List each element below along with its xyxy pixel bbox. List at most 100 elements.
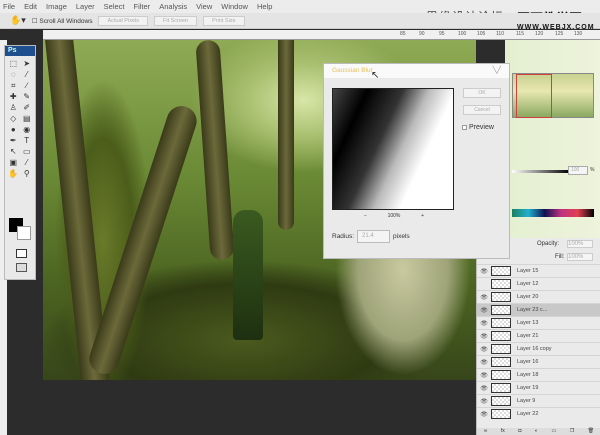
path-select-icon[interactable]: ↖ — [7, 147, 20, 157]
layer-row[interactable]: 👁 Layer 16 — [477, 355, 600, 368]
menu-select[interactable]: Select — [104, 2, 125, 11]
menu-analysis[interactable]: Analysis — [159, 2, 187, 11]
layer-row[interactable]: 👁 Layer 19 — [477, 381, 600, 394]
eye-icon[interactable]: 👁 — [477, 411, 491, 418]
history-brush-icon[interactable]: ✐ — [21, 103, 34, 113]
cancel-button[interactable]: Cancel — [463, 105, 501, 115]
close-icon[interactable]: ╲╱ — [493, 66, 501, 74]
eye-icon[interactable]: 👁 — [477, 294, 491, 301]
dialog-title-bar[interactable]: Gaussian Blur ╲╱ — [324, 64, 509, 78]
fill-field[interactable]: 100% — [567, 253, 593, 261]
menu-image[interactable]: Image — [46, 2, 67, 11]
layer-thumbnail — [491, 344, 511, 354]
ok-button[interactable]: OK — [463, 88, 501, 98]
eye-icon[interactable]: 👁 — [477, 268, 491, 275]
type-tool-icon[interactable]: T — [21, 136, 34, 146]
pen-tool-icon[interactable]: ✒ — [7, 136, 20, 146]
tree-trunk — [195, 40, 235, 261]
layer-name: Layer 21 — [517, 333, 539, 339]
opacity-label: Opacity: — [537, 241, 560, 247]
actual-pixels-button[interactable]: Actual Pixels — [98, 15, 148, 26]
radius-input[interactable]: 21.4 — [357, 230, 391, 243]
lasso-tool-icon[interactable]: ◌ — [7, 70, 20, 80]
mask-icon[interactable]: ◘ — [518, 428, 521, 435]
notes-tool-icon[interactable]: ▣ — [7, 158, 20, 168]
color-value-field[interactable]: 100 — [568, 166, 588, 175]
ruler-tick: 90 — [419, 31, 425, 37]
eye-icon[interactable]: 👁 — [477, 398, 491, 405]
tree-trunk — [278, 40, 294, 230]
hand-tool-icon[interactable]: ✋ — [7, 169, 20, 179]
zoom-out-button[interactable]: − — [364, 213, 367, 219]
layer-row[interactable]: 👁 Layer 21 — [477, 329, 600, 342]
color-slider[interactable] — [512, 170, 570, 173]
move-tool-icon[interactable]: ➤ — [21, 59, 34, 69]
layer-row[interactable]: 👁 Layer 22 — [477, 407, 600, 420]
menu-file[interactable]: File — [3, 2, 15, 11]
layer-row[interactable]: 👁 Layer 9 — [477, 394, 600, 407]
eye-icon[interactable]: 👁 — [477, 307, 491, 314]
eye-icon[interactable]: 👁 — [477, 359, 491, 366]
navigator-thumbnail[interactable] — [512, 73, 594, 118]
brush-tool-icon[interactable]: ✎ — [21, 92, 34, 102]
stamp-tool-icon[interactable]: ♙ — [7, 103, 20, 113]
fx-icon[interactable]: fx — [501, 428, 505, 435]
opacity-field[interactable]: 100% — [567, 240, 593, 248]
shape-tool-icon[interactable]: ▭ — [21, 147, 34, 157]
new-layer-icon[interactable]: ❐ — [570, 428, 574, 435]
eraser-tool-icon[interactable]: ◇ — [7, 114, 20, 124]
menu-edit[interactable]: Edit — [24, 2, 37, 11]
layer-row[interactable]: Layer 12 — [477, 277, 600, 290]
scroll-all-label: Scroll All Windows — [39, 17, 93, 25]
blur-tool-icon[interactable]: ● — [7, 125, 20, 135]
navigator-view-box[interactable] — [516, 74, 552, 118]
radius-unit: pixels — [393, 233, 410, 240]
layer-name: Layer 12 — [517, 281, 539, 287]
quick-mask-icon[interactable] — [16, 249, 27, 258]
right-panels: 100 % — [505, 40, 600, 238]
blur-preview[interactable] — [332, 88, 454, 210]
eye-icon[interactable]: 👁 — [477, 346, 491, 353]
layer-row[interactable]: 👁 Layer 20 — [477, 290, 600, 303]
screen-mode-icon[interactable] — [16, 263, 27, 272]
hand-tool-icon[interactable]: ✋▾ — [10, 15, 26, 26]
layer-thumbnail — [491, 318, 511, 328]
folder-icon[interactable]: ▭ — [551, 428, 556, 435]
marquee-tool-icon[interactable]: ⬚ — [7, 59, 20, 69]
color-spectrum[interactable] — [512, 209, 594, 217]
ruler-tick: 110 — [496, 31, 504, 37]
background-color-swatch[interactable] — [17, 226, 31, 240]
eye-icon[interactable]: 👁 — [477, 333, 491, 340]
layer-row[interactable]: 👁 Layer 15 — [477, 264, 600, 277]
fill-label: Fill: — [555, 254, 565, 260]
menu-window[interactable]: Window — [221, 2, 248, 11]
menu-help[interactable]: Help — [257, 2, 272, 11]
eye-icon[interactable]: 👁 — [477, 385, 491, 392]
layer-row[interactable]: 👁 Layer 18 — [477, 368, 600, 381]
adjustment-icon[interactable]: ◐ — [535, 428, 538, 435]
layer-row[interactable]: 👁 Layer 23 c... — [477, 303, 600, 316]
gradient-tool-icon[interactable]: ▤ — [21, 114, 34, 124]
scroll-all-windows-checkbox[interactable]: ☐ Scroll All Windows — [32, 17, 93, 25]
dodge-tool-icon[interactable]: ◉ — [21, 125, 34, 135]
slice-tool-icon[interactable]: ∕ — [21, 81, 34, 91]
trash-icon[interactable]: 🗑 — [588, 428, 594, 435]
eye-icon[interactable]: 👁 — [477, 320, 491, 327]
menu-layer[interactable]: Layer — [76, 2, 95, 11]
eyedropper-icon[interactable]: ⁄ — [21, 158, 34, 168]
crop-tool-icon[interactable]: ⌗ — [7, 81, 20, 91]
magic-wand-icon[interactable]: ⁄ — [21, 70, 34, 80]
menu-view[interactable]: View — [196, 2, 212, 11]
link-icon[interactable]: ∞ — [484, 428, 488, 435]
eye-icon[interactable]: 👁 — [477, 372, 491, 379]
layer-row[interactable]: 👁 Layer 13 — [477, 316, 600, 329]
fit-screen-button[interactable]: Fit Screen — [153, 15, 198, 26]
print-size-button[interactable]: Print Size — [203, 15, 245, 26]
preview-checkbox[interactable] — [462, 125, 467, 130]
layer-name: Layer 22 — [517, 411, 539, 417]
zoom-tool-icon[interactable]: ⚲ — [21, 169, 34, 179]
layer-row[interactable]: 👁 Layer 16 copy — [477, 342, 600, 355]
healing-tool-icon[interactable]: ✚ — [7, 92, 20, 102]
menu-filter[interactable]: Filter — [134, 2, 151, 11]
zoom-in-button[interactable]: + — [421, 213, 424, 219]
